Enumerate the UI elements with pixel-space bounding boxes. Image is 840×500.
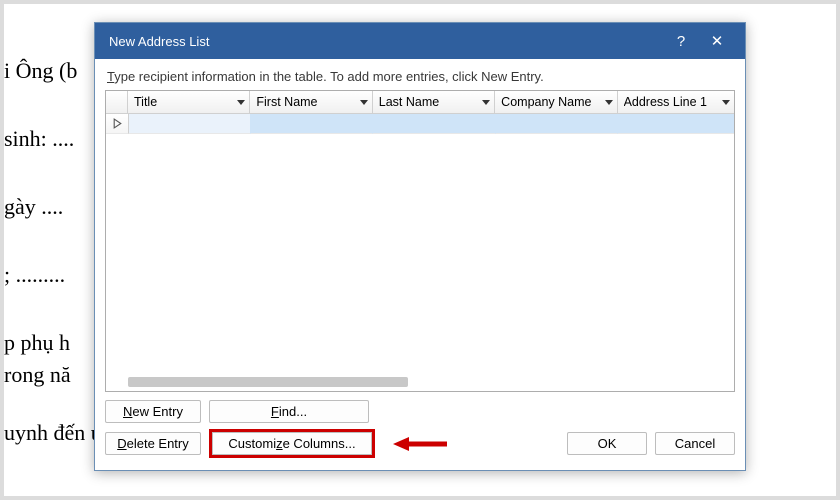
annotation-highlight: Customize Columns... (209, 429, 375, 458)
cell-first-name[interactable] (251, 114, 373, 134)
help-button[interactable]: ? (663, 33, 699, 50)
customize-columns-button[interactable]: Customize Columns... (212, 432, 372, 455)
column-header-company-name[interactable]: Company Name (495, 91, 617, 113)
close-button[interactable]: ✕ (699, 32, 735, 50)
column-header-last-name[interactable]: Last Name (373, 91, 495, 113)
dialog-titlebar[interactable]: New Address List ? ✕ (95, 23, 745, 59)
column-header-first-name[interactable]: First Name (250, 91, 372, 113)
recipient-grid[interactable]: Title First Name Last Name Company Name … (105, 90, 735, 392)
instruction-text: Type recipient information in the table.… (95, 59, 745, 90)
ok-button[interactable]: OK (567, 432, 647, 455)
horizontal-scrollbar[interactable] (128, 377, 408, 387)
dialog-title: New Address List (109, 34, 663, 49)
dropdown-icon[interactable] (237, 100, 245, 105)
annotation-arrow-icon (393, 434, 449, 454)
cancel-button[interactable]: Cancel (655, 432, 735, 455)
cell-last-name[interactable] (373, 114, 495, 134)
current-row-indicator[interactable] (106, 114, 129, 134)
grid-header-row: Title First Name Last Name Company Name … (106, 91, 734, 114)
column-header-title[interactable]: Title (128, 91, 250, 113)
dropdown-icon[interactable] (482, 100, 490, 105)
dropdown-icon[interactable] (360, 100, 368, 105)
delete-entry-button[interactable]: Delete Entry (105, 432, 201, 455)
cell-title[interactable] (129, 114, 251, 134)
new-entry-button[interactable]: New Entry (105, 400, 201, 423)
row-selector-header[interactable] (106, 91, 128, 113)
find-button[interactable]: Find... (209, 400, 369, 423)
cell-company-name[interactable] (496, 114, 618, 134)
dropdown-icon[interactable] (605, 100, 613, 105)
table-row[interactable] (106, 114, 734, 134)
dropdown-icon[interactable] (722, 100, 730, 105)
column-header-address-line-1[interactable]: Address Line 1 (618, 91, 734, 113)
new-address-list-dialog: New Address List ? ✕ Type recipient info… (94, 22, 746, 471)
cell-address-line-1[interactable] (618, 114, 734, 134)
